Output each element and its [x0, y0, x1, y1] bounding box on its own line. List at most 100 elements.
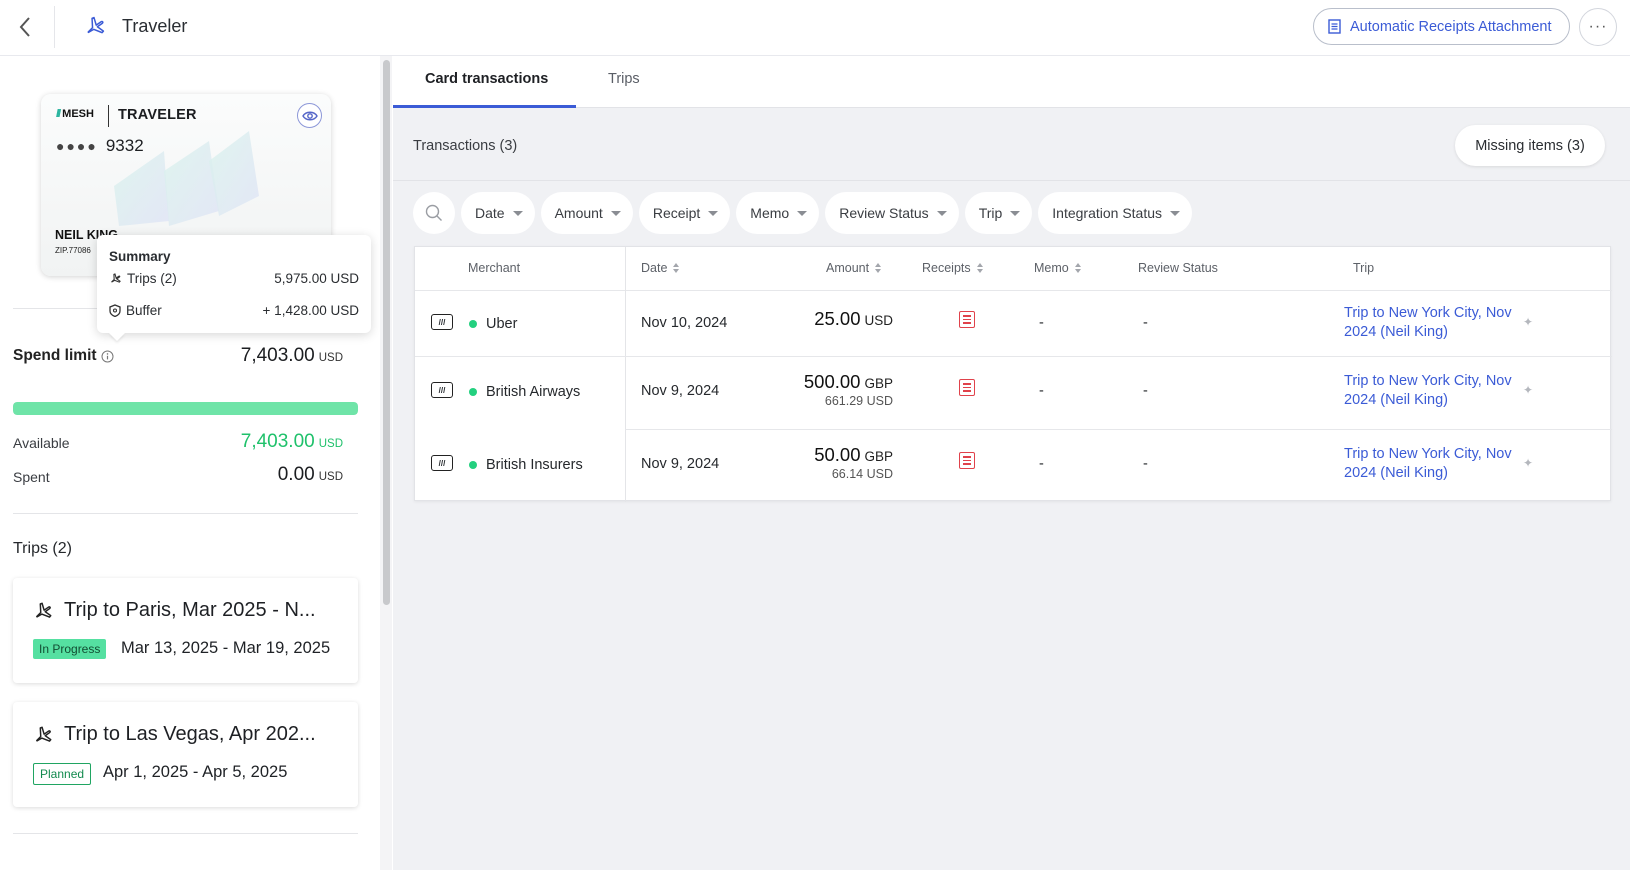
chevron-down-icon	[797, 210, 808, 216]
memo-value: -	[1039, 383, 1044, 399]
transactions-header	[393, 108, 1630, 181]
sparkle-icon: ✦	[1523, 315, 1534, 329]
header-divider	[54, 6, 55, 48]
column-header-receipts[interactable]: Receipts	[922, 261, 983, 275]
available-amount: 7,403.00 USD	[240, 431, 343, 452]
spent-amount: 0.00 USD	[277, 464, 343, 485]
cardholder-zip: ZIP.77086	[55, 246, 91, 255]
transaction-amount: 500.00 GBP 661.29 USD	[803, 371, 893, 408]
top-bar: Traveler Automatic Receipts Attachment ·…	[0, 0, 1630, 56]
automatic-receipts-label: Automatic Receipts Attachment	[1350, 18, 1552, 35]
column-header-review-status: Review Status	[1138, 261, 1218, 275]
sidebar-scrollbar-thumb[interactable]	[383, 60, 390, 605]
trip-link[interactable]: Trip to New York City, Nov 2024 (Neil Ki…	[1344, 304, 1522, 342]
main-content: Card transactions Trips Transactions (3)…	[393, 56, 1630, 870]
receipt-icon[interactable]	[959, 452, 975, 469]
merchant-name: British Insurers	[486, 457, 583, 473]
summary-trips-row: Trips (2) 5,975.00 USD	[109, 271, 359, 286]
tab-bar: Card transactions Trips	[393, 56, 1630, 108]
card-icon: ///	[431, 382, 453, 398]
trip-status-badge: Planned	[33, 763, 92, 785]
sparkle-icon: ✦	[1523, 456, 1534, 470]
receipt-icon[interactable]	[959, 379, 975, 396]
airplane-icon	[87, 16, 105, 34]
table-row[interactable]: /// Uber Nov 10, 2024 25.00 USD - - Trip …	[415, 291, 1612, 356]
memo-value: -	[1039, 315, 1044, 331]
search-button[interactable]	[413, 192, 455, 234]
info-icon[interactable]	[101, 350, 114, 363]
sidebar: ///MESH TRAVELER ●●●● 9332 NEIL KING ZIP…	[0, 56, 392, 870]
trip-title: Trip to Paris, Mar 2025 - N...	[32, 599, 342, 622]
column-header-trip: Trip	[1353, 261, 1375, 275]
review-status-value: -	[1143, 456, 1148, 472]
card-logo: ///MESH	[56, 108, 94, 120]
tab-trips[interactable]: Trips	[608, 71, 640, 87]
missing-items-button[interactable]: Missing items (3)	[1455, 125, 1605, 166]
shield-icon	[109, 304, 121, 317]
page-title: Traveler	[122, 16, 188, 36]
sort-icon[interactable]	[976, 263, 983, 273]
memo-value: -	[1039, 456, 1044, 472]
card-icon: ///	[431, 314, 453, 330]
spend-limit-amount: 7,403.00 USD	[240, 345, 343, 366]
trip-status-badge: In Progress	[33, 639, 107, 659]
chevron-down-icon	[936, 210, 947, 216]
chevron-down-icon	[708, 210, 719, 216]
status-dot	[469, 461, 477, 469]
trip-card[interactable]: Trip to Las Vegas, Apr 202... Planned Ap…	[13, 702, 358, 807]
spend-progress-bar	[13, 402, 358, 415]
status-dot	[469, 320, 477, 328]
review-status-value: -	[1143, 383, 1148, 399]
more-icon: ···	[1588, 18, 1608, 35]
column-header-amount[interactable]: Amount	[826, 261, 882, 275]
column-header-date[interactable]: Date	[641, 261, 680, 275]
transaction-date: Nov 9, 2024	[641, 456, 720, 472]
summary-trips-value: 5,975.00 USD	[274, 271, 359, 286]
filter-review-status[interactable]: Review Status	[825, 192, 959, 234]
filter-amount[interactable]: Amount	[540, 192, 633, 234]
spend-progress-fill	[13, 402, 358, 415]
summary-buffer-row: Buffer + 1,428.00 USD	[109, 303, 359, 318]
chevron-down-icon	[512, 210, 523, 216]
filter-integration-status[interactable]: Integration Status	[1038, 192, 1193, 234]
receipt-icon	[1328, 19, 1341, 34]
sidebar-divider	[13, 833, 358, 834]
column-header-memo[interactable]: Memo	[1034, 261, 1081, 275]
transaction-amount: 25.00 USD	[814, 308, 893, 329]
merchant-name: British Airways	[486, 384, 581, 400]
spent-label: Spent	[13, 469, 50, 485]
trip-link[interactable]: Trip to New York City, Nov 2024 (Neil Ki…	[1344, 445, 1522, 483]
reveal-card-button[interactable]	[297, 103, 322, 128]
sort-icon[interactable]	[673, 263, 680, 273]
card-brand: TRAVELER	[118, 107, 197, 123]
summary-title: Summary	[109, 249, 171, 264]
trip-dates: Apr 1, 2025 - Apr 5, 2025	[103, 763, 288, 781]
sidebar-divider	[13, 513, 358, 514]
filter-date[interactable]: Date	[461, 192, 535, 234]
filter-trip[interactable]: Trip	[964, 192, 1033, 234]
back-button[interactable]	[10, 12, 40, 42]
sort-icon[interactable]	[1074, 263, 1081, 273]
card-artwork	[114, 131, 259, 226]
transaction-date: Nov 9, 2024	[641, 383, 720, 399]
filter-memo[interactable]: Memo	[736, 192, 820, 234]
trip-dates: Mar 13, 2025 - Mar 19, 2025	[121, 639, 331, 657]
automatic-receipts-button[interactable]: Automatic Receipts Attachment	[1313, 8, 1570, 45]
transactions-title: Transactions (3)	[413, 138, 518, 154]
chevron-down-icon	[1010, 210, 1021, 216]
more-options-button[interactable]: ···	[1579, 8, 1617, 46]
filter-bar: Date Amount Receipt Memo Review Status T…	[413, 192, 1193, 234]
trip-card[interactable]: Trip to Paris, Mar 2025 - N... In Progre…	[13, 578, 358, 683]
trip-link[interactable]: Trip to New York City, Nov 2024 (Neil Ki…	[1344, 372, 1522, 410]
table-row[interactable]: /// British Airways Nov 9, 2024 500.00 GB…	[415, 357, 1612, 429]
sort-icon[interactable]	[875, 263, 882, 273]
filter-receipt[interactable]: Receipt	[638, 192, 731, 234]
table-row[interactable]: /// British Insurers Nov 9, 2024 50.00 GB…	[415, 430, 1612, 502]
tab-card-transactions[interactable]: Card transactions	[425, 71, 548, 87]
review-status-value: -	[1143, 315, 1148, 331]
card-logo-divider	[108, 105, 109, 127]
transaction-amount: 50.00 GBP 66.14 USD	[814, 444, 893, 481]
receipt-icon[interactable]	[959, 311, 975, 328]
transaction-date: Nov 10, 2024	[641, 315, 728, 331]
transactions-table: Merchant Date Amount Receipts Memo Revie…	[414, 246, 1612, 502]
